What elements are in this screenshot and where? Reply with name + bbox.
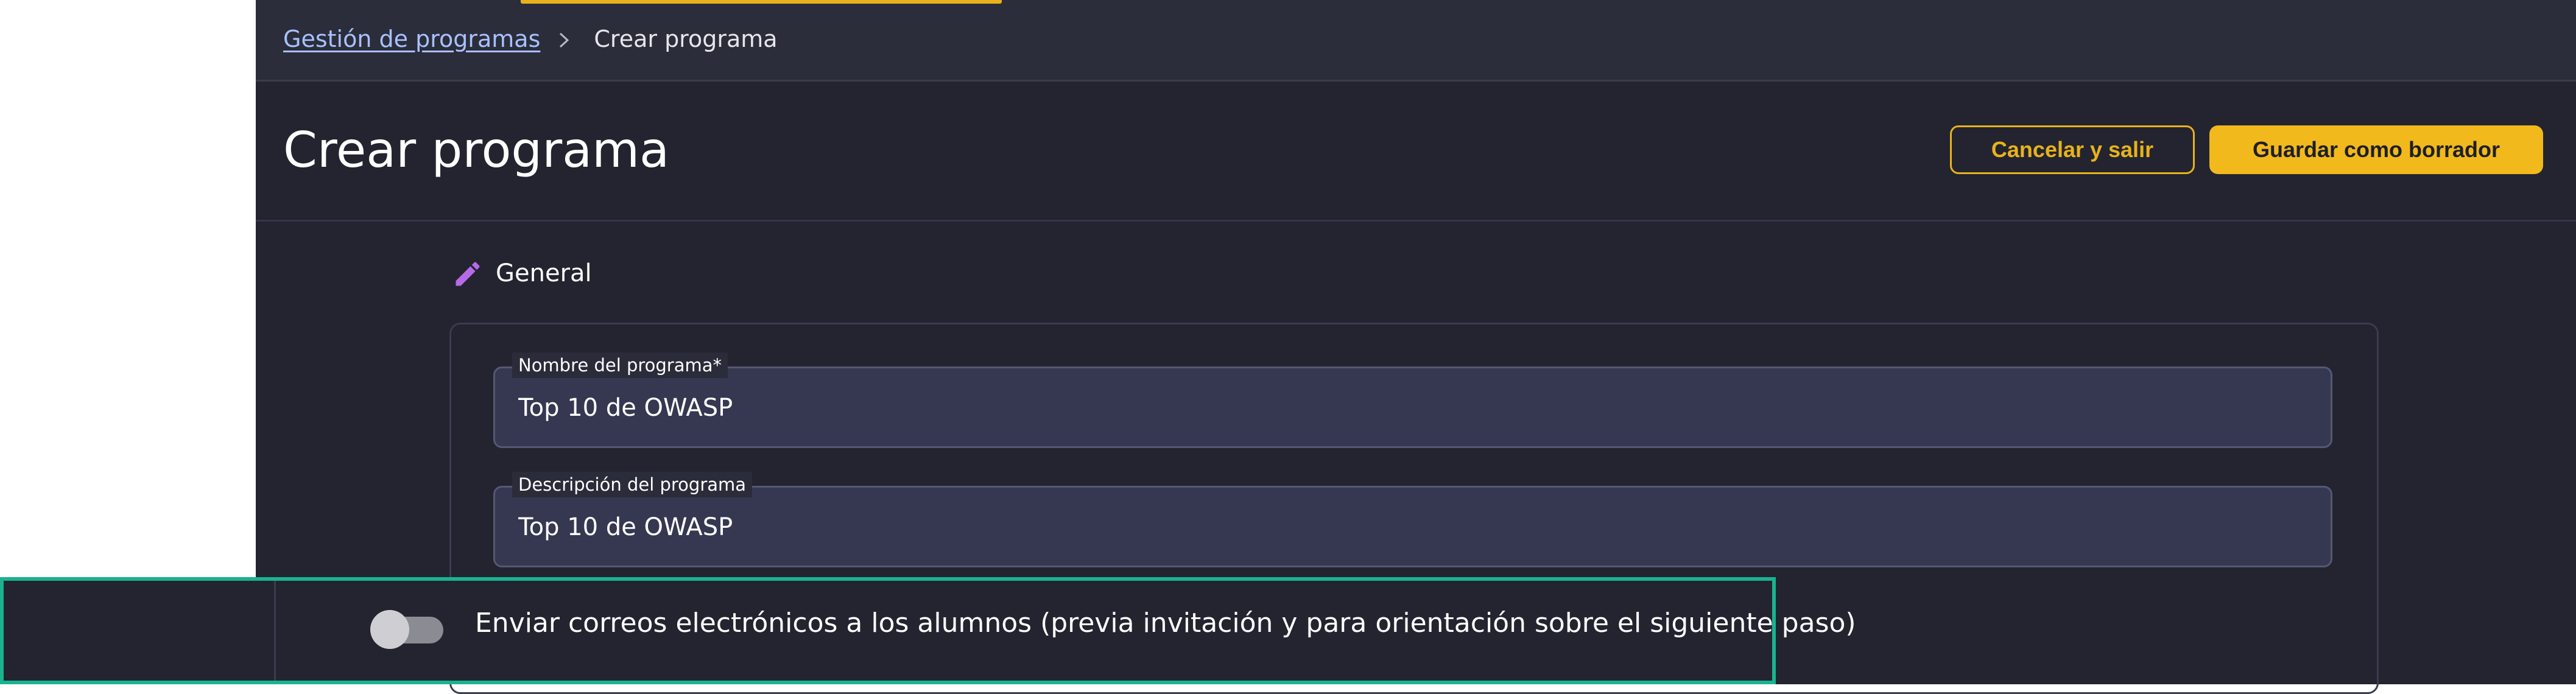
breadcrumb: Gestión de programas Crear programa [256,0,2576,82]
program-description-input[interactable] [518,513,2284,541]
breadcrumb-current: Crear programa [594,26,778,52]
sidebar-divider [274,581,276,681]
section-title: General [496,259,592,287]
send-emails-label: Enviar correos electrónicos a los alumno… [475,608,1856,639]
active-indicator [521,0,1002,4]
cancel-and-exit-button[interactable]: Cancelar y salir [1950,125,2195,174]
program-description-field: Descripción del programa [493,472,2332,567]
send-emails-toggle[interactable] [370,610,446,649]
breadcrumb-link-program-management[interactable]: Gestión de programas [283,26,540,52]
program-name-input[interactable] [518,394,2284,422]
program-name-field: Nombre del programa* [493,352,2332,448]
program-description-label: Descripción del programa [512,472,753,497]
program-name-label: Nombre del programa* [512,352,728,378]
chevron-right-icon [560,32,569,48]
email-notification-row: Enviar correos electrónicos a los alumno… [0,577,1856,684]
page-title: Crear programa [283,122,670,178]
page-header: Crear programa Cancelar y salir Guardar … [256,82,2576,222]
pencil-icon [456,262,480,286]
toggle-knob [370,610,409,649]
save-draft-button[interactable]: Guardar como borrador [2209,125,2543,174]
